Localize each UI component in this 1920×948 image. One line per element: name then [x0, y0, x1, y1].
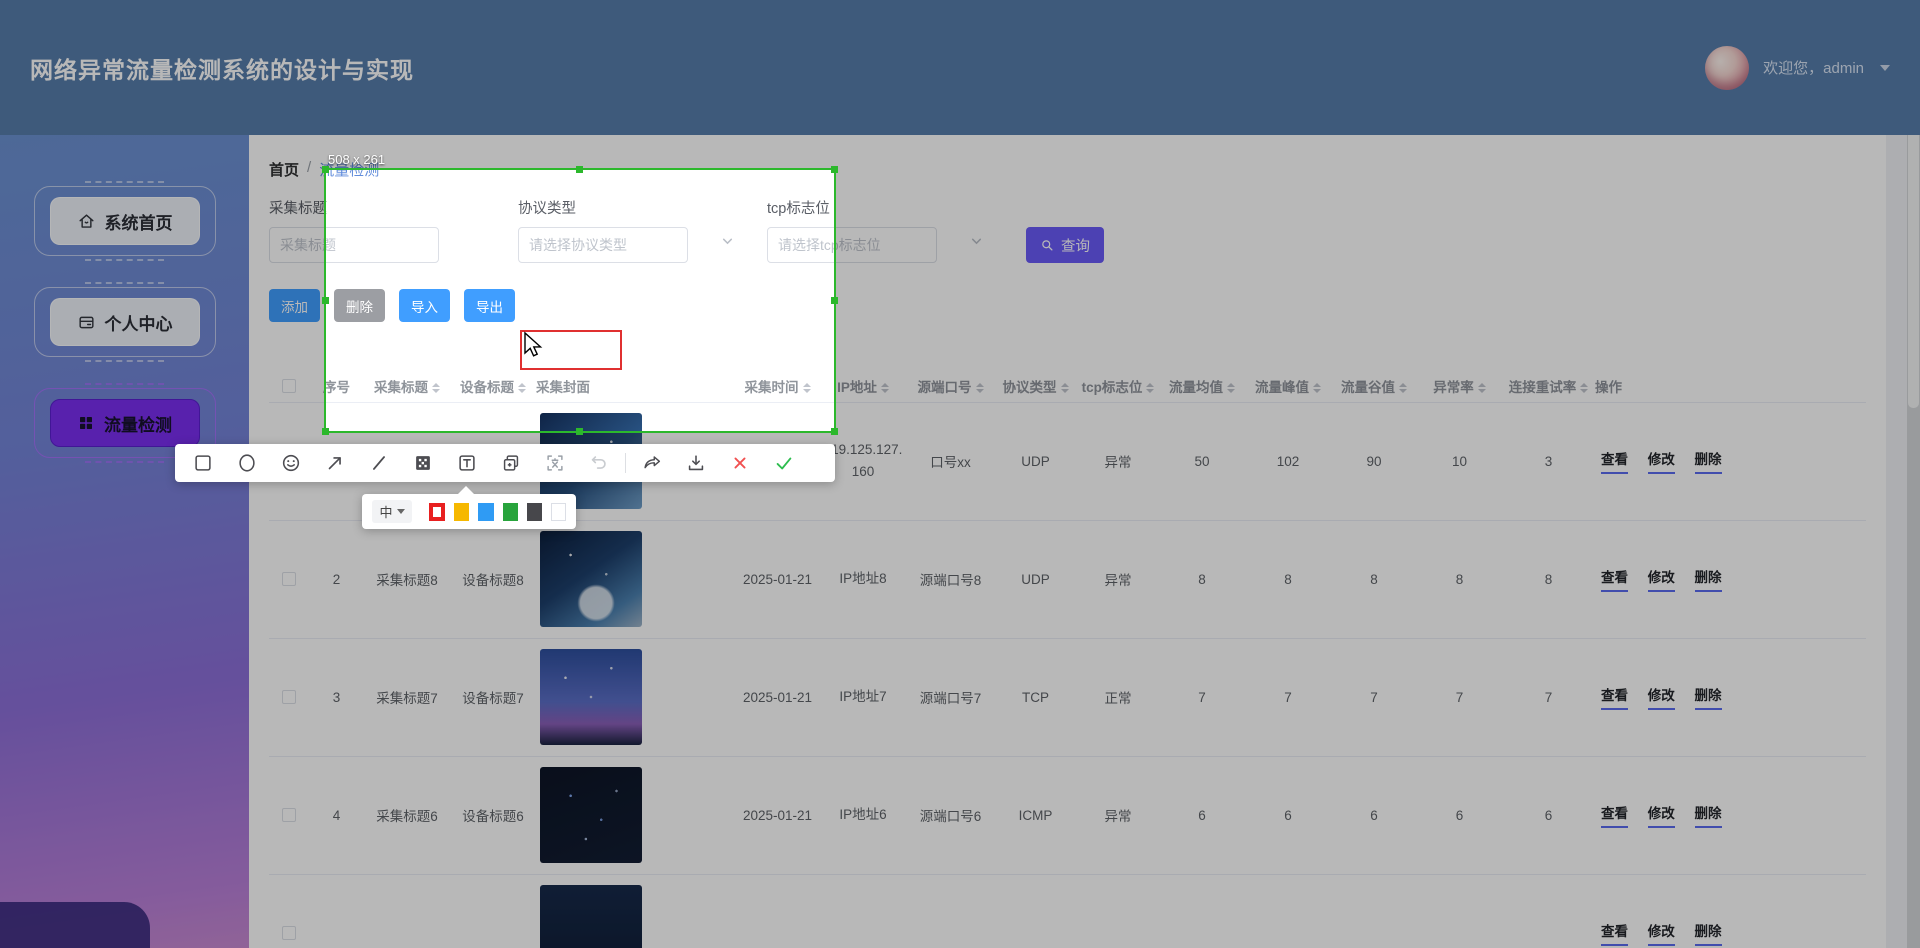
selection-handle[interactable]: [831, 428, 838, 435]
color-swatch-yellow[interactable]: [454, 503, 469, 521]
dim-overlay-bottom: [0, 431, 1920, 948]
rect-tool-icon[interactable]: [181, 444, 225, 482]
sticker-tool-icon[interactable]: [489, 444, 533, 482]
download-icon[interactable]: [674, 444, 718, 482]
close-icon[interactable]: [718, 444, 762, 482]
confirm-icon[interactable]: [762, 444, 806, 482]
toolbar-divider: [625, 453, 626, 473]
selection-size-label: 508 x 261: [328, 152, 385, 167]
brush-options-popup: 中: [362, 494, 576, 529]
pen-tool-icon[interactable]: [357, 444, 401, 482]
emoji-tool-icon[interactable]: [269, 444, 313, 482]
brush-size-select[interactable]: 中: [372, 500, 412, 523]
selection-handle[interactable]: [831, 297, 838, 304]
selection-handle[interactable]: [576, 428, 583, 435]
color-swatch-white[interactable]: [551, 503, 566, 521]
mosaic-tool-icon[interactable]: [401, 444, 445, 482]
dim-overlay-top: [0, 0, 1920, 170]
selection-handle[interactable]: [322, 166, 329, 173]
capture-toolbar: [175, 444, 835, 482]
text-tool-icon[interactable]: [445, 444, 489, 482]
selection-handle[interactable]: [576, 166, 583, 173]
arrow-tool-icon[interactable]: [313, 444, 357, 482]
share-icon[interactable]: [630, 444, 674, 482]
selection-handle[interactable]: [322, 297, 329, 304]
capture-selection[interactable]: [324, 168, 836, 433]
color-swatch-green[interactable]: [503, 503, 518, 521]
mouse-cursor: [521, 331, 545, 359]
dim-overlay-left: [0, 170, 326, 431]
chevron-down-icon: [397, 509, 405, 514]
color-swatch-gray[interactable]: [527, 503, 542, 521]
recognize-tool-icon[interactable]: [533, 444, 577, 482]
undo-icon[interactable]: [577, 444, 621, 482]
selection-handle[interactable]: [831, 166, 838, 173]
ellipse-tool-icon[interactable]: [225, 444, 269, 482]
dim-overlay-right: [834, 170, 1920, 431]
color-swatch-red[interactable]: [429, 503, 445, 521]
selection-handle[interactable]: [322, 428, 329, 435]
color-swatch-blue[interactable]: [478, 503, 493, 521]
